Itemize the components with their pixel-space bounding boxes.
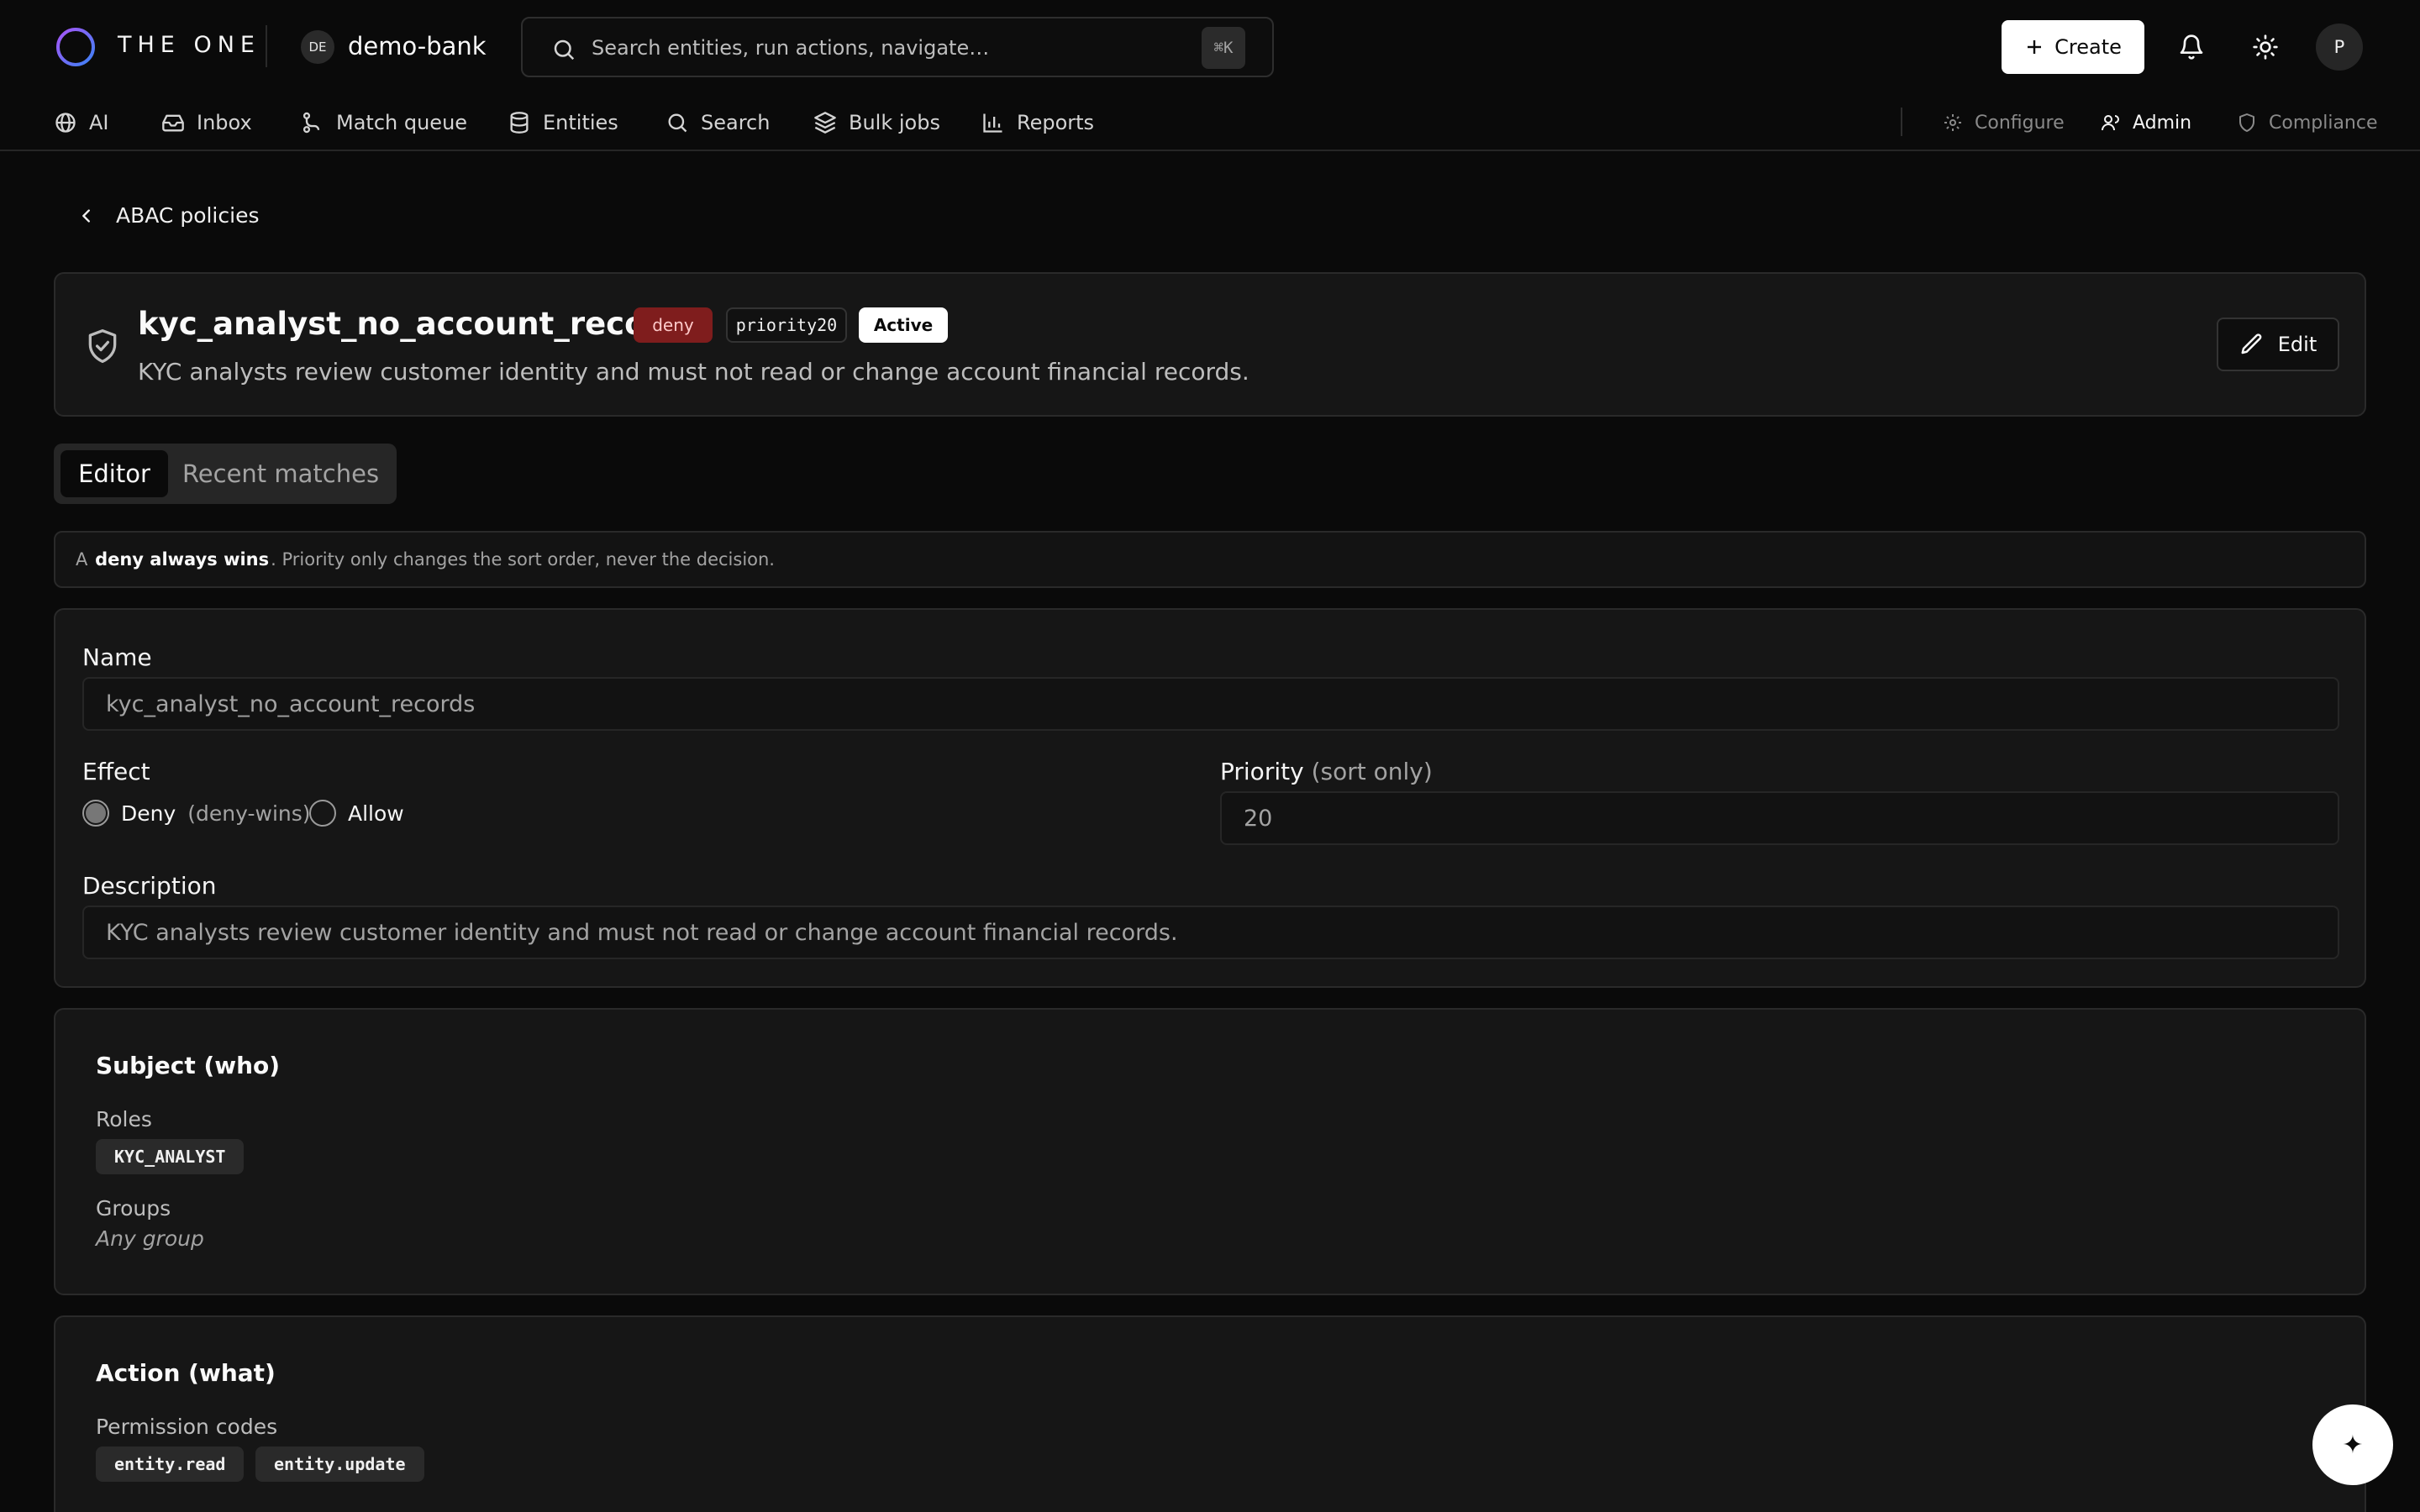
role-chip: KYC_ANALYST	[96, 1139, 245, 1174]
nav-item-compliance[interactable]: Compliance	[2237, 106, 2378, 139]
effect-allow-radio[interactable]: Allow	[309, 800, 404, 827]
nav-label: Search	[701, 111, 771, 134]
workspace-name[interactable]: demo-bank	[348, 32, 487, 60]
main-nav: AI Inbox Match queue Entities Search Bul…	[0, 94, 2420, 151]
globe-icon	[54, 111, 77, 134]
search-placeholder[interactable]: Search entities, run actions, navigate…	[592, 36, 989, 60]
description-label: Description	[82, 872, 217, 900]
nav-label: AI	[89, 111, 109, 134]
name-field[interactable]: kyc_analyst_no_account_records	[82, 677, 2339, 731]
assistant-sparkle-icon[interactable]: ✦	[2312, 1404, 2393, 1485]
route-icon	[301, 111, 324, 134]
layers-icon	[813, 111, 837, 134]
nav-item-ai[interactable]: AI	[54, 106, 109, 139]
pencil-icon	[2239, 332, 2265, 357]
permissions-label: Permission codes	[96, 1415, 278, 1439]
shield-icon	[2237, 113, 2257, 133]
back-to-abac-policies-link[interactable]: ABAC policies	[77, 203, 259, 228]
nav-item-bulk-jobs[interactable]: Bulk jobs	[813, 106, 940, 139]
theme-toggle-sun-icon[interactable]	[2242, 24, 2289, 71]
nav-label: Configure	[1975, 112, 2065, 134]
policy-tabs: Editor Recent matches	[54, 444, 397, 504]
nav-item-admin[interactable]: Admin	[2101, 106, 2191, 139]
gear-icon	[1943, 113, 1963, 133]
users-icon	[2101, 113, 2121, 133]
bar-chart-icon	[981, 111, 1005, 134]
status-badge: Active	[859, 307, 948, 343]
edit-button[interactable]: Edit	[2217, 318, 2339, 371]
nav-label: Admin	[2133, 112, 2192, 134]
nav-label: Compliance	[2269, 112, 2378, 134]
edit-label: Edit	[2277, 333, 2317, 356]
radio-hint: (deny-wins)	[187, 801, 311, 826]
nav-item-reports[interactable]: Reports	[981, 106, 1094, 139]
header-divider	[266, 25, 267, 67]
action-card: Action (what) Permission codes entity.re…	[54, 1315, 2366, 1512]
subject-title: Subject (who)	[96, 1052, 281, 1079]
nav-item-inbox[interactable]: Inbox	[161, 106, 252, 139]
database-icon	[508, 111, 531, 134]
radio-unselected-icon	[309, 800, 336, 827]
nav-item-search[interactable]: Search	[666, 106, 770, 139]
shield-check-icon	[84, 328, 121, 365]
command-search[interactable]: Search entities, run actions, navigate… …	[521, 17, 1274, 77]
nav-divider	[1901, 108, 1902, 136]
nav-label: Reports	[1017, 111, 1095, 134]
back-label: ABAC policies	[116, 203, 260, 228]
nav-item-match-queue[interactable]: Match queue	[301, 106, 467, 139]
notice-emphasis: deny always wins	[95, 549, 270, 570]
policy-title: kyc_analyst_no_account_records	[138, 306, 702, 342]
description-field[interactable]: KYC analysts review customer identity an…	[82, 906, 2339, 959]
priority-label-hint: (sort only)	[1311, 758, 1433, 785]
nav-label: Inbox	[197, 111, 252, 134]
create-button[interactable]: Create	[2002, 20, 2144, 74]
deny-wins-notice: A deny always wins. Priority only change…	[54, 531, 2366, 588]
nav-item-entities[interactable]: Entities	[508, 106, 618, 139]
policy-description: KYC analysts review customer identity an…	[138, 358, 1249, 386]
groups-empty-value: Any group	[96, 1226, 204, 1251]
create-label: Create	[2054, 35, 2122, 59]
radio-selected-icon	[82, 800, 109, 827]
chevron-left-icon	[77, 207, 96, 225]
inbox-icon	[161, 111, 185, 134]
nav-label: Match queue	[336, 111, 468, 134]
priority-field[interactable]: 20	[1220, 791, 2339, 845]
plus-icon	[2024, 37, 2044, 57]
permission-chip: entity.update	[255, 1446, 424, 1482]
policy-header-card: kyc_analyst_no_account_records deny prio…	[54, 272, 2366, 417]
roles-label: Roles	[96, 1107, 152, 1131]
priority-label-text: Priority	[1220, 758, 1304, 785]
nav-label: Entities	[543, 111, 618, 134]
notifications-bell-icon[interactable]	[2168, 24, 2215, 71]
tab-recent-matches[interactable]: Recent matches	[176, 450, 385, 497]
brand-name[interactable]: THE ONE	[118, 32, 260, 58]
workspace-avatar[interactable]: DE	[301, 30, 334, 64]
nav-item-configure[interactable]: Configure	[1943, 106, 2065, 139]
top-bar: THE ONE DE demo-bank Search entities, ru…	[0, 0, 2420, 92]
priority-label: Priority (sort only)	[1220, 758, 1433, 785]
notice-prefix: A	[76, 549, 88, 570]
priority-badge: priority20	[726, 307, 847, 343]
notice-suffix: . Priority only changes the sort order, …	[271, 549, 775, 570]
search-shortcut-badge: ⌘K	[1202, 27, 1245, 69]
action-title: Action (what)	[96, 1359, 276, 1387]
permission-chip: entity.read	[96, 1446, 245, 1482]
nav-label: Bulk jobs	[849, 111, 940, 134]
radio-label: Allow	[348, 801, 404, 826]
search-icon	[666, 111, 689, 134]
effect-deny-radio[interactable]: Deny (deny-wins)	[82, 800, 311, 827]
user-avatar[interactable]: P	[2316, 24, 2363, 71]
policy-form-card: Name kyc_analyst_no_account_records Effe…	[54, 608, 2366, 988]
search-icon	[551, 37, 576, 62]
subject-card: Subject (who) Roles KYC_ANALYST Groups A…	[54, 1008, 2366, 1295]
tab-editor[interactable]: Editor	[60, 450, 168, 497]
brand-logo-icon[interactable]	[54, 25, 97, 69]
groups-label: Groups	[96, 1196, 171, 1221]
radio-label: Deny	[121, 801, 176, 826]
effect-label: Effect	[82, 758, 150, 785]
effect-badge: deny	[634, 307, 713, 343]
name-label: Name	[82, 643, 152, 671]
